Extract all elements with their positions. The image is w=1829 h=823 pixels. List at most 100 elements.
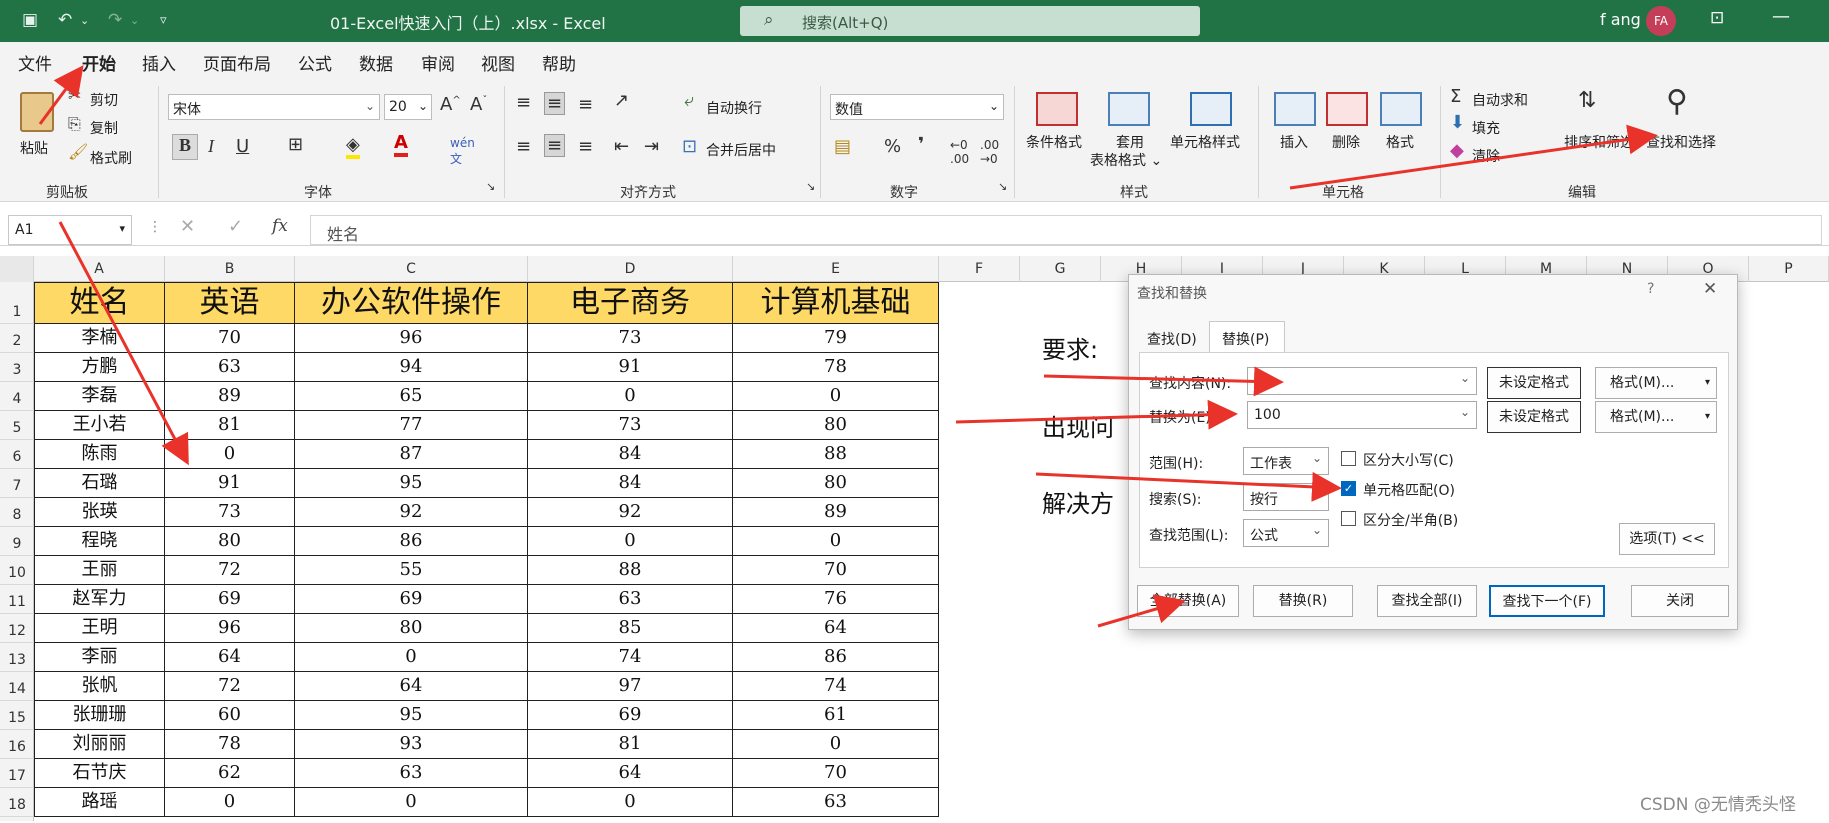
insert-function-icon[interactable]: fx <box>272 216 288 236</box>
align-left-icon[interactable]: ≡ <box>516 136 531 157</box>
table-cell[interactable]: 74 <box>528 643 733 672</box>
decrease-decimal-icon[interactable]: .00 →0 <box>980 138 999 166</box>
header-cell[interactable]: 英语 <box>165 282 295 324</box>
table-cell[interactable]: 61 <box>733 701 939 730</box>
paste-icon[interactable] <box>20 92 54 132</box>
tab-formulas[interactable]: 公式 <box>298 50 332 75</box>
tab-find[interactable]: 查找(D) <box>1147 329 1197 349</box>
number-format-select[interactable]: 数值 ⌄ <box>830 94 1004 120</box>
match-entire-cell-checkbox[interactable]: ✓ <box>1341 481 1356 496</box>
find-next-button[interactable]: 查找下一个(F) <box>1489 585 1605 617</box>
align-middle-icon[interactable]: ≡ <box>544 92 566 115</box>
table-cell[interactable]: 0 <box>733 382 939 411</box>
insert-cells-icon[interactable] <box>1274 92 1316 126</box>
table-cell[interactable]: 70 <box>165 324 295 353</box>
insert-cells-button[interactable]: 插入 <box>1280 132 1308 152</box>
table-cell[interactable]: 63 <box>733 788 939 817</box>
table-cell[interactable]: 96 <box>295 324 528 353</box>
delete-cells-icon[interactable] <box>1326 92 1368 126</box>
save-icon[interactable]: ▣ <box>22 10 38 30</box>
paste-button[interactable]: 粘贴 <box>20 138 48 158</box>
row-header[interactable]: 16 <box>0 730 34 759</box>
find-select-button[interactable]: 查找和选择 <box>1646 132 1716 152</box>
table-cell[interactable]: 73 <box>165 498 295 527</box>
merge-center-button[interactable]: 合并后居中 <box>706 140 776 160</box>
table-cell[interactable]: 88 <box>528 556 733 585</box>
clear-button[interactable]: 清除 <box>1472 146 1500 166</box>
table-cell[interactable]: 73 <box>528 411 733 440</box>
table-cell[interactable]: 0 <box>295 643 528 672</box>
row-header[interactable]: 10 <box>0 556 34 585</box>
clear-icon[interactable]: ◆ <box>1450 140 1464 161</box>
enter-icon[interactable]: ✓ <box>228 216 243 237</box>
replace-button[interactable]: 替换(R) <box>1253 585 1353 617</box>
row-header[interactable]: 11 <box>0 585 34 614</box>
table-cell[interactable]: 84 <box>528 440 733 469</box>
table-cell[interactable]: 89 <box>165 382 295 411</box>
row-header[interactable]: 4 <box>0 382 34 411</box>
column-header-p[interactable]: P <box>1749 256 1829 282</box>
increase-indent-icon[interactable]: ⇥ <box>644 136 659 157</box>
table-cell[interactable]: 64 <box>733 614 939 643</box>
border-icon[interactable]: ⊞ <box>288 134 303 155</box>
merge-center-icon[interactable]: ⊡ <box>682 136 697 157</box>
help-icon[interactable]: ? <box>1647 281 1654 297</box>
ribbon-display-icon[interactable]: ⊡ <box>1710 8 1724 28</box>
search-order-select[interactable]: 按行 ⌄ <box>1243 483 1329 511</box>
table-cell[interactable]: 80 <box>295 614 528 643</box>
tab-data[interactable]: 数据 <box>359 50 393 75</box>
table-cell[interactable]: 76 <box>733 585 939 614</box>
table-cell[interactable]: 0 <box>528 527 733 556</box>
table-cell[interactable]: 0 <box>733 527 939 556</box>
look-in-select[interactable]: 公式 ⌄ <box>1243 519 1329 547</box>
row-header[interactable]: 5 <box>0 411 34 440</box>
table-cell[interactable]: 63 <box>528 585 733 614</box>
row-header[interactable]: 15 <box>0 701 34 730</box>
autosum-button[interactable]: 自动求和 <box>1472 90 1528 110</box>
customize-toolbar-icon[interactable]: ▿ <box>160 13 167 28</box>
cell-styles-icon[interactable] <box>1190 92 1232 126</box>
table-cell[interactable]: 石璐 <box>34 469 165 498</box>
table-cell[interactable]: 64 <box>165 643 295 672</box>
decrease-indent-icon[interactable]: ⇤ <box>614 136 629 157</box>
font-name-select[interactable]: 宋体 ⌄ <box>168 94 380 120</box>
font-size-select[interactable]: 20 ⌄ <box>384 94 432 120</box>
table-cell[interactable]: 95 <box>295 469 528 498</box>
tab-help[interactable]: 帮助 <box>542 50 576 75</box>
conditional-format-button[interactable]: 条件格式 <box>1026 132 1082 152</box>
redo-icon[interactable]: ↷ <box>108 10 122 30</box>
table-cell[interactable]: 63 <box>165 353 295 382</box>
wrap-text-icon[interactable]: ⤶ <box>684 90 694 111</box>
table-cell[interactable]: 60 <box>165 701 295 730</box>
table-cell[interactable]: 陈雨 <box>34 440 165 469</box>
column-header-d[interactable]: D <box>528 256 733 282</box>
tab-home[interactable]: 开始 <box>82 50 116 81</box>
table-cell[interactable]: 0 <box>165 440 295 469</box>
table-cell[interactable]: 80 <box>733 411 939 440</box>
table-cell[interactable]: 86 <box>733 643 939 672</box>
dialog-launcher-icon[interactable]: ↘ <box>486 180 495 193</box>
autosum-icon[interactable]: Σ <box>1450 86 1461 107</box>
header-cell[interactable]: 办公软件操作 <box>295 282 528 324</box>
cut-icon[interactable]: ✂ <box>68 86 81 105</box>
row-header[interactable]: 7 <box>0 469 34 498</box>
table-cell[interactable]: 李磊 <box>34 382 165 411</box>
table-cell[interactable]: 0 <box>733 730 939 759</box>
table-cell[interactable]: 62 <box>165 759 295 788</box>
table-cell[interactable]: 74 <box>733 672 939 701</box>
table-cell[interactable]: 80 <box>165 527 295 556</box>
copy-icon[interactable]: ⎘ <box>68 114 81 134</box>
fill-icon[interactable]: ⬇ <box>1450 112 1465 133</box>
table-cell[interactable]: 张珊珊 <box>34 701 165 730</box>
row-header[interactable]: 6 <box>0 440 34 469</box>
table-cell[interactable]: 方鹏 <box>34 353 165 382</box>
undo-icon[interactable]: ↶ <box>58 10 72 30</box>
column-header-g[interactable]: G <box>1020 256 1101 282</box>
table-cell[interactable]: 张帆 <box>34 672 165 701</box>
table-cell[interactable]: 70 <box>733 556 939 585</box>
format-as-table-icon[interactable] <box>1108 92 1150 126</box>
table-cell[interactable]: 王丽 <box>34 556 165 585</box>
find-format-button[interactable]: 格式(M)... ▾ <box>1595 367 1717 399</box>
table-cell[interactable]: 85 <box>528 614 733 643</box>
tab-page-layout[interactable]: 页面布局 <box>203 50 271 75</box>
